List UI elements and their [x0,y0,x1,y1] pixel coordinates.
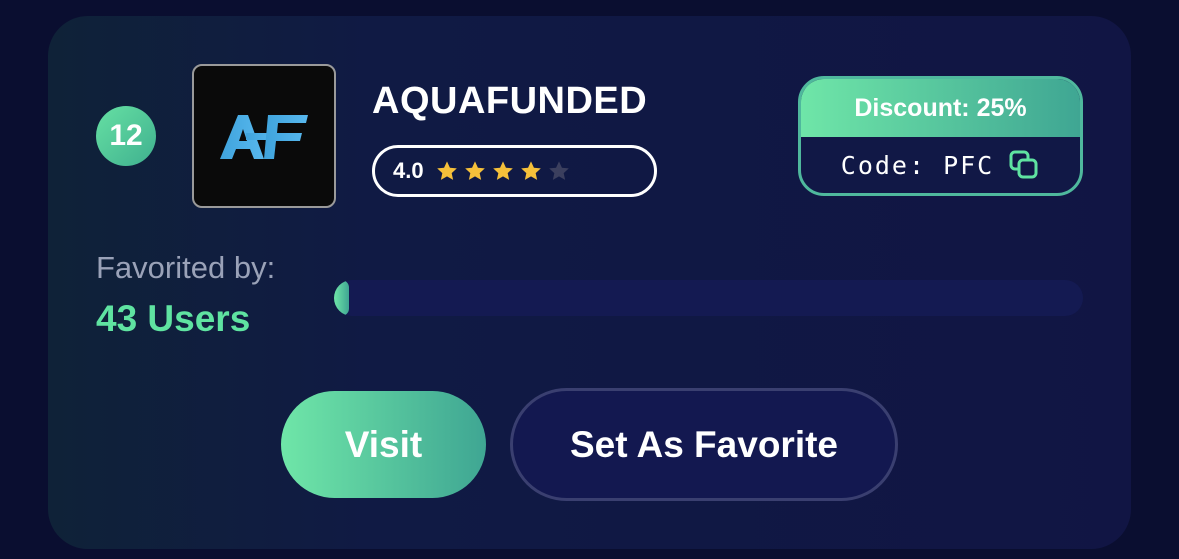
favorited-count: 43 Users [96,298,251,339]
copy-icon[interactable] [1008,149,1040,181]
set-favorite-button[interactable]: Set As Favorite [510,388,898,501]
star-filled-icon [520,161,541,180]
aquafunded-logo-icon [220,115,308,159]
favorited-by-label: Favorited by: [96,250,276,285]
favorites-progress-bar [334,280,1083,316]
star-filled-icon [464,161,485,180]
discount-code: Code: PFC [840,150,995,180]
discount-label: Discount: 25% [801,79,1080,137]
star-empty-icon [548,161,569,180]
rating-pill: 4.0 [372,145,657,197]
discount-code-row: Code: PFC [801,137,1080,193]
rank-badge: 12 [96,106,156,166]
star-filled-icon [436,161,457,180]
discount-box: Discount: 25% Code: PFC [798,76,1083,196]
broker-name: AQUAFUNDED [372,80,648,122]
rating-value: 4.0 [393,158,424,183]
star-filled-icon [492,161,513,180]
visit-button[interactable]: Visit [281,391,486,498]
broker-logo [192,64,336,208]
rating-stars [436,160,570,182]
